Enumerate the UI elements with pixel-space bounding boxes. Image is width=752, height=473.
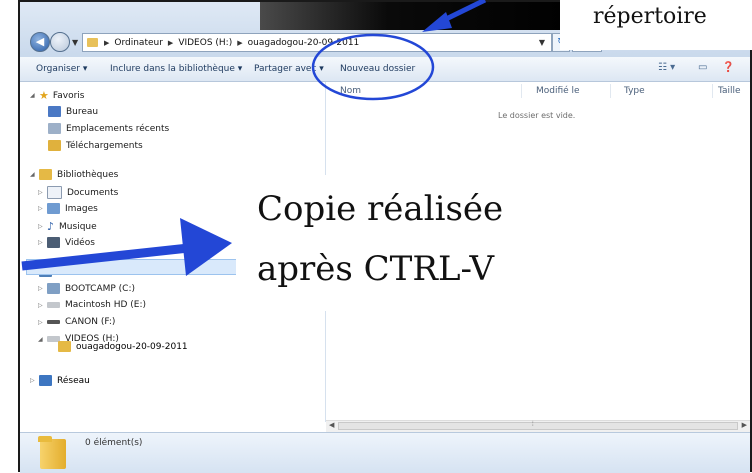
- drive-icon: [47, 302, 60, 308]
- annotation-copy-line2: après CTRL-V: [257, 249, 495, 289]
- sidebar-item-videos[interactable]: ▷ Vidéos: [38, 237, 95, 248]
- pictures-label: Images: [65, 203, 98, 214]
- item-count: 0 élément(s): [85, 438, 143, 448]
- collapsed-triangle-icon[interactable]: ▷: [38, 189, 47, 196]
- network-icon: [39, 375, 52, 386]
- dark-overlay-block: [260, 2, 580, 30]
- music-icon: ♪: [47, 220, 55, 233]
- view-options-icon[interactable]: ☷ ▾: [658, 62, 675, 73]
- favorites-label: Favoris: [52, 90, 85, 101]
- current-folder-label: ouagadogou-20-09-2011: [76, 341, 188, 352]
- folder-icon: [58, 341, 71, 352]
- new-folder-button[interactable]: Nouveau dossier: [340, 64, 415, 74]
- recent-places-label: Emplacements récents: [66, 123, 170, 134]
- sidebar-item-canon-drive[interactable]: ▷ CANON (F:): [38, 317, 115, 327]
- sidebar-item-libraries[interactable]: ◢ Bibliothèques: [30, 169, 118, 180]
- scrollbar-thumb[interactable]: [338, 422, 738, 430]
- annotation-repertoire: répertoire: [593, 4, 707, 29]
- documents-label: Documents: [67, 187, 119, 198]
- column-header-size[interactable]: Taille: [718, 86, 741, 96]
- sidebar-item-current-folder[interactable]: ouagadogou-20-09-2011: [58, 341, 188, 352]
- details-pane: 0 élément(s): [20, 432, 750, 473]
- sidebar-item-favorites[interactable]: ◢ ★ Favoris: [30, 89, 84, 102]
- recent-pages-dropdown-icon[interactable]: ▼: [72, 38, 78, 47]
- sidebar-item-recent-places[interactable]: Emplacements récents: [48, 123, 169, 134]
- chevron-right-icon[interactable]: ▶: [168, 39, 173, 47]
- expanded-triangle-icon[interactable]: ◢: [30, 92, 39, 99]
- canon-label: CANON (F:): [65, 317, 116, 327]
- collapsed-triangle-icon[interactable]: ▷: [38, 285, 47, 292]
- desktop-icon: [48, 106, 61, 117]
- scroll-right-icon[interactable]: ▶: [742, 421, 747, 429]
- column-header-name[interactable]: Nom: [340, 86, 361, 96]
- collapsed-triangle-icon[interactable]: ▷: [30, 377, 39, 384]
- videos-label: Vidéos: [65, 237, 95, 248]
- horizontal-scrollbar[interactable]: ◀ ⦙ ▶: [326, 420, 750, 432]
- breadcrumb-current-folder[interactable]: ouagadogou-20-09-2011: [248, 38, 360, 48]
- libraries-icon: [39, 169, 52, 180]
- expanded-triangle-icon[interactable]: ◢: [30, 171, 39, 178]
- macintosh-label: Macintosh HD (E:): [65, 300, 147, 310]
- include-library-label: Inclure dans la bibliothèque: [110, 64, 235, 74]
- chevron-right-icon[interactable]: ▶: [104, 39, 109, 47]
- sidebar-item-downloads[interactable]: Téléchargements: [48, 140, 143, 151]
- organize-menu[interactable]: Organiser ▾: [36, 64, 87, 74]
- libraries-label: Bibliothèques: [57, 169, 119, 180]
- pictures-icon: [47, 203, 60, 214]
- collapsed-triangle-icon[interactable]: ▷: [38, 223, 47, 230]
- recent-places-icon: [48, 123, 61, 134]
- organize-label: Organiser: [36, 64, 80, 74]
- folder-large-icon: [38, 436, 66, 469]
- collapsed-triangle-icon[interactable]: ▷: [38, 302, 47, 309]
- bootcamp-label: BOOTCAMP (C:): [65, 283, 135, 294]
- breadcrumb-computer[interactable]: Ordinateur: [114, 38, 163, 48]
- empty-folder-message: Le dossier est vide.: [498, 111, 576, 120]
- downloads-label: Téléchargements: [66, 140, 143, 151]
- share-with-label: Partager avec: [254, 64, 317, 74]
- sidebar-item-bootcamp-drive[interactable]: ▷ BOOTCAMP (C:): [38, 283, 135, 294]
- windows-drive-icon: [47, 283, 60, 294]
- forward-button[interactable]: [50, 32, 70, 52]
- collapsed-triangle-icon[interactable]: ▷: [38, 205, 47, 212]
- column-separator[interactable]: [610, 84, 611, 98]
- command-toolbar: Organiser ▾ Inclure dans la bibliothèque…: [20, 57, 750, 82]
- share-with-menu[interactable]: Partager avec ▾: [254, 64, 324, 74]
- collapsed-triangle-icon[interactable]: ▷: [38, 319, 47, 326]
- column-header-modified[interactable]: Modifié le: [536, 86, 580, 96]
- sidebar-item-pictures[interactable]: ▷ Images: [38, 203, 98, 214]
- star-icon: ★: [39, 89, 49, 102]
- videos-icon: [47, 237, 60, 248]
- column-separator[interactable]: [521, 84, 522, 98]
- scrollbar-grip-icon: ⦙: [532, 420, 534, 428]
- preview-pane-icon[interactable]: ▭: [698, 62, 707, 73]
- expanded-triangle-icon[interactable]: ◢: [38, 336, 47, 343]
- chevron-right-icon[interactable]: ▶: [237, 39, 242, 47]
- column-header-type[interactable]: Type: [624, 86, 645, 96]
- annotation-copy-line1: Copie réalisée: [257, 189, 504, 229]
- removable-drive-icon: [47, 320, 60, 324]
- sidebar-item-documents[interactable]: ▷ Documents: [38, 186, 118, 199]
- include-library-menu[interactable]: Inclure dans la bibliothèque ▾: [110, 64, 242, 74]
- desktop-label: Bureau: [66, 106, 99, 117]
- address-bar[interactable]: ▶ Ordinateur ▶ VIDEOS (H:) ▶ ouagadogou-…: [82, 33, 552, 52]
- help-icon[interactable]: ❓: [722, 62, 734, 73]
- collapsed-triangle-icon[interactable]: ▷: [38, 239, 47, 246]
- sidebar-item-macintosh-drive[interactable]: ▷ Macintosh HD (E:): [38, 300, 146, 310]
- address-dropdown-icon[interactable]: ▼: [539, 38, 545, 47]
- breadcrumb-videos-drive[interactable]: VIDEOS (H:): [178, 38, 232, 48]
- folder-icon: [87, 38, 98, 47]
- downloads-icon: [48, 140, 61, 151]
- sidebar-item-music[interactable]: ▷ ♪ Musique: [38, 220, 97, 233]
- back-button[interactable]: ◀: [30, 32, 50, 52]
- network-label: Réseau: [57, 375, 90, 386]
- music-label: Musique: [59, 221, 97, 232]
- documents-icon: [47, 186, 62, 199]
- back-arrow-icon: ◀: [35, 35, 45, 48]
- sidebar-item-desktop[interactable]: Bureau: [48, 106, 98, 117]
- scroll-left-icon[interactable]: ◀: [329, 421, 334, 429]
- sidebar-item-network[interactable]: ▷ Réseau: [30, 375, 90, 386]
- column-separator[interactable]: [712, 84, 713, 98]
